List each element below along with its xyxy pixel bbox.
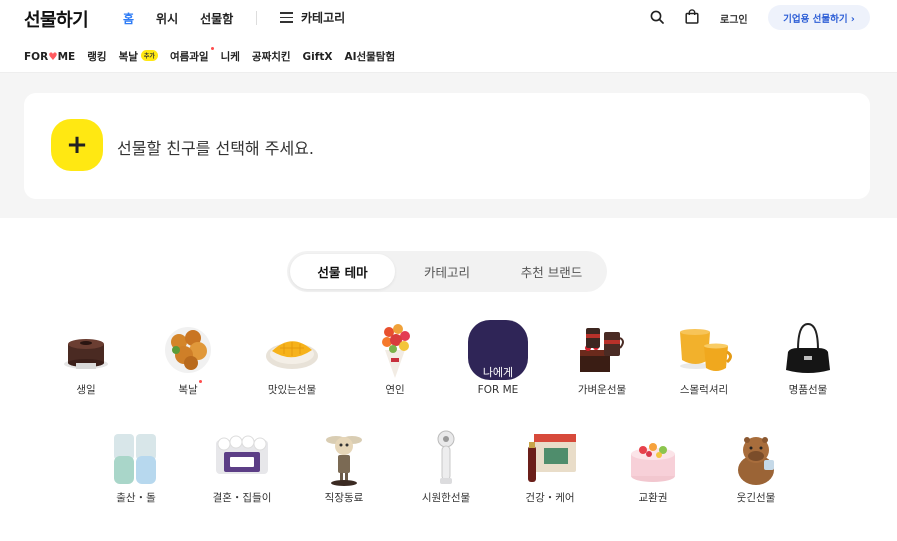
plus-icon: +: [66, 130, 88, 160]
boknal-badge: 추가: [140, 50, 158, 61]
theme-label: 직장동료: [324, 492, 364, 504]
theme-label: 연인: [385, 384, 405, 396]
friend-select-section: + 선물할 친구를 선택해 주세요.: [0, 73, 897, 218]
login-link[interactable]: 로그인: [720, 11, 748, 26]
theme-label: 명품선물: [788, 384, 828, 396]
top-header: 선물하기 홈 위시 선물함 카테고리 로그인 기업용 선물하기 ›: [0, 0, 897, 36]
theme-label: 맛있는선물: [267, 384, 317, 396]
subnav-for-me-prefix: FOR: [24, 50, 49, 63]
app-logo[interactable]: 선물하기: [24, 6, 89, 32]
capybara-plush-icon: [738, 437, 774, 485]
subnav-boknal[interactable]: 복날 추가: [119, 49, 158, 64]
tab-gift-theme[interactable]: 선물 테마: [290, 254, 395, 289]
sub-nav: FOR♥ME 랭킹 복날 추가 여름과일 니케 공짜치킨 GiftX AI선물탐험: [24, 47, 407, 64]
subnav-nike[interactable]: 니케: [221, 49, 240, 64]
fried-chicken-icon: [165, 327, 211, 373]
nav-giftbox[interactable]: 선물함: [200, 10, 233, 27]
new-dot: [210, 47, 214, 50]
nav-wish[interactable]: 위시: [156, 10, 178, 27]
friend-select-prompt: 선물할 친구를 선택해 주세요.: [117, 139, 314, 158]
nav-home[interactable]: 홈: [123, 10, 134, 27]
theme-label: 가벼운선물: [577, 384, 627, 396]
category-menu-button[interactable]: 카테고리: [280, 9, 345, 26]
business-gift-button[interactable]: 기업용 선물하기 ›: [768, 5, 870, 30]
figure-toy-icon: [326, 436, 362, 486]
theme-label: 시원한선물: [421, 492, 471, 504]
mango-icon: [266, 341, 318, 369]
subnav-ranking[interactable]: 랭킹: [87, 49, 106, 64]
theme-label: FOR ME: [477, 384, 519, 396]
for-me-tile: 나에게: [468, 320, 528, 380]
theme-label: 스몰럭셔리: [679, 384, 729, 396]
tab-recommended-brand[interactable]: 추천 브랜드: [499, 251, 604, 292]
add-friend-button[interactable]: +: [51, 119, 103, 171]
gift-tabs: 선물 테마 카테고리 추천 브랜드: [287, 251, 607, 292]
coffee-cake-icon: [580, 328, 624, 372]
friend-select-card[interactable]: + 선물할 친구를 선택해 주세요.: [24, 93, 870, 199]
subnav-for-me-suffix: ME: [57, 50, 76, 63]
category-label: 카테고리: [301, 11, 346, 25]
theme-label: 생일: [76, 384, 96, 396]
baby-socks-icon: [114, 434, 156, 484]
theme-label: 결혼・집들이: [212, 492, 272, 504]
shopping-bag-icon[interactable]: [685, 9, 699, 24]
handy-fan-icon: [437, 430, 455, 484]
subnav-giftx[interactable]: GiftX: [303, 51, 333, 63]
theme-label: 복날: [178, 384, 198, 396]
mug-cups-icon: [680, 329, 732, 371]
flower-bouquet-icon: [382, 324, 410, 378]
subnav-boknal-label: 복날: [118, 51, 138, 63]
tissue-pack-icon: [216, 435, 268, 474]
theme-label: 건강・케어: [525, 492, 575, 504]
subnav-summer-fruit-label: 여름과일: [169, 51, 209, 63]
subnav-ai-explore[interactable]: AI선물탐험: [344, 49, 395, 64]
hamburger-icon: [280, 12, 293, 23]
theme-label: 교환권: [638, 492, 668, 504]
subnav-summer-fruit[interactable]: 여름과일: [169, 47, 214, 64]
theme-label: 웃긴선물: [736, 492, 776, 504]
subnav-for-me[interactable]: FOR♥ME: [24, 51, 75, 63]
handbag-icon: [786, 322, 830, 373]
birthday-cake-icon: [64, 339, 108, 369]
tab-category[interactable]: 카테고리: [397, 251, 497, 292]
health-drink-icon: [528, 434, 576, 482]
nav-divider: [256, 11, 257, 25]
main-nav: 홈 위시 선물함: [123, 10, 255, 27]
subnav-free-chicken[interactable]: 공짜치킨: [252, 49, 291, 64]
fruit-cake-icon: [631, 443, 675, 482]
heart-icon: ♥: [48, 50, 58, 63]
for-me-tile-text: 나에게: [482, 366, 514, 379]
search-icon[interactable]: [650, 10, 664, 24]
theme-label: 출산・돌: [116, 492, 156, 504]
